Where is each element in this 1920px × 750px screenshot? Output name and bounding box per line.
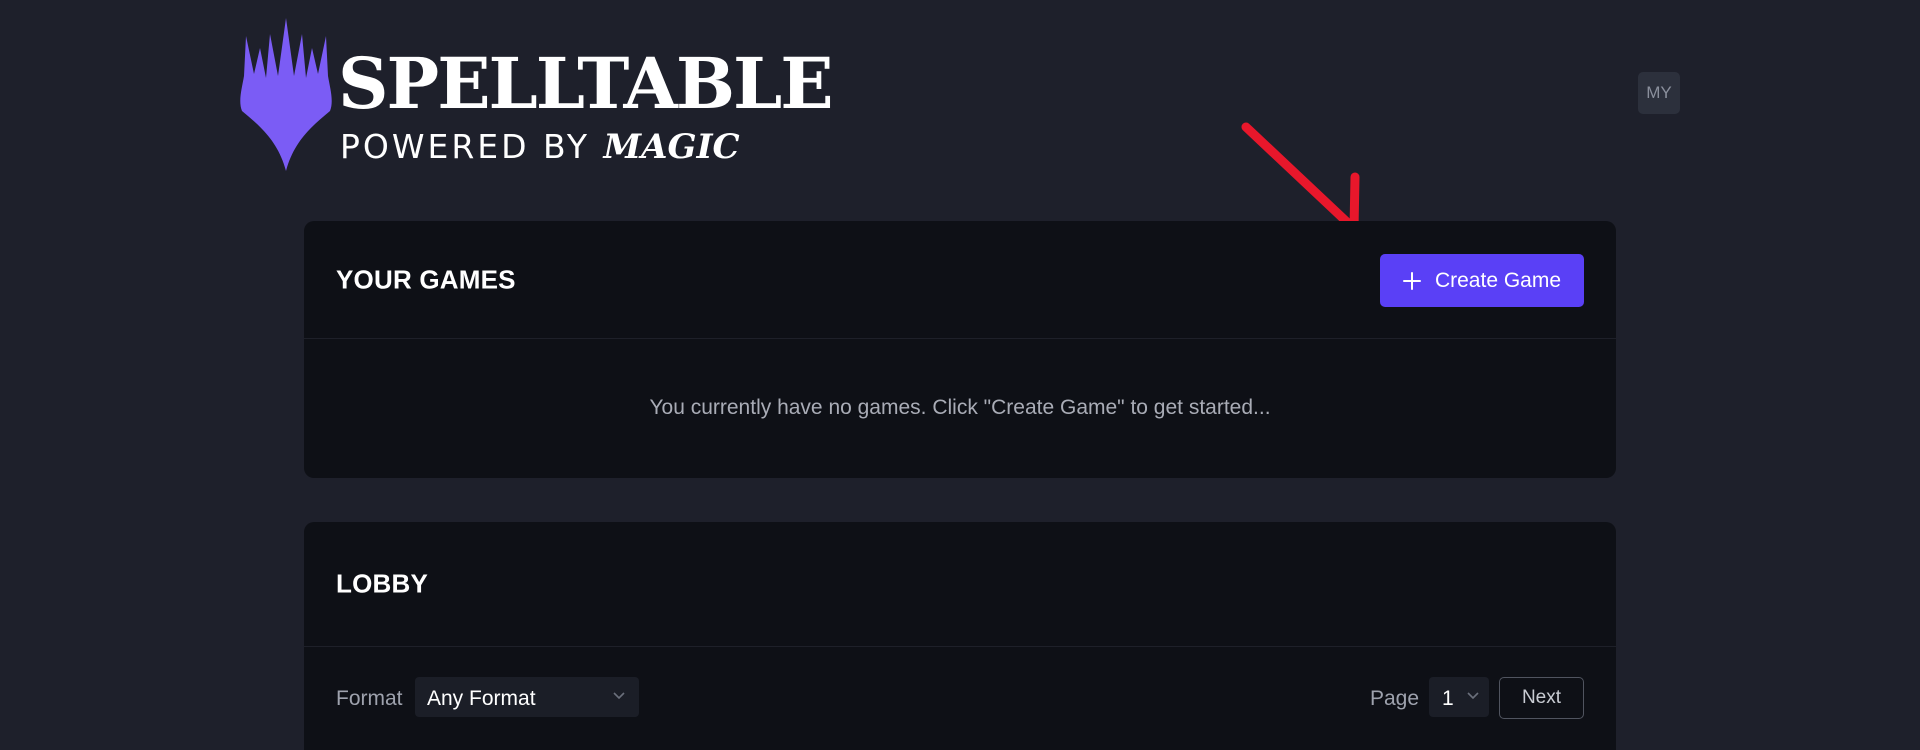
- page-select-value: 1: [1442, 687, 1454, 710]
- lobby-filters: Format Any Format Page 1 Next: [304, 677, 1616, 719]
- your-games-panel: YOUR GAMES Create Game You currently hav…: [304, 221, 1616, 478]
- create-game-button[interactable]: Create Game: [1380, 254, 1584, 307]
- create-game-label: Create Game: [1434, 268, 1562, 292]
- empty-games-message: You currently have no games. Click "Crea…: [649, 396, 1271, 419]
- logo-title: SPELLTABLE: [338, 42, 834, 125]
- logo-subtitle: POWERED BY MAGIC: [340, 127, 740, 167]
- format-select[interactable]: Any Format: [415, 677, 639, 717]
- format-label: Format: [336, 687, 403, 710]
- your-games-title: YOUR GAMES: [336, 264, 516, 294]
- lobby-panel: LOBBY Format Any Format Page 1 Next: [304, 522, 1616, 750]
- lobby-title: LOBBY: [336, 568, 428, 599]
- logo-subtitle-brand: MAGIC: [603, 127, 740, 167]
- page-label: Page: [1370, 687, 1420, 710]
- your-games-header: YOUR GAMES Create Game: [304, 221, 1616, 339]
- lobby-header: LOBBY: [304, 522, 1616, 647]
- plus-icon: [1402, 271, 1421, 290]
- crown-emblem-icon: [240, 18, 332, 171]
- next-page-button[interactable]: Next: [1499, 677, 1584, 719]
- spelltable-logo[interactable]: SPELLTABLE POWERED BY MAGIC: [238, 16, 834, 172]
- format-select-value: Any Format: [427, 687, 536, 710]
- logo-subtitle-prefix: POWERED BY: [340, 127, 591, 166]
- page-select[interactable]: 1: [1429, 677, 1489, 717]
- user-avatar-button[interactable]: MY: [1638, 72, 1680, 114]
- chevron-down-icon: [1467, 692, 1479, 700]
- chevron-down-icon: [613, 692, 625, 700]
